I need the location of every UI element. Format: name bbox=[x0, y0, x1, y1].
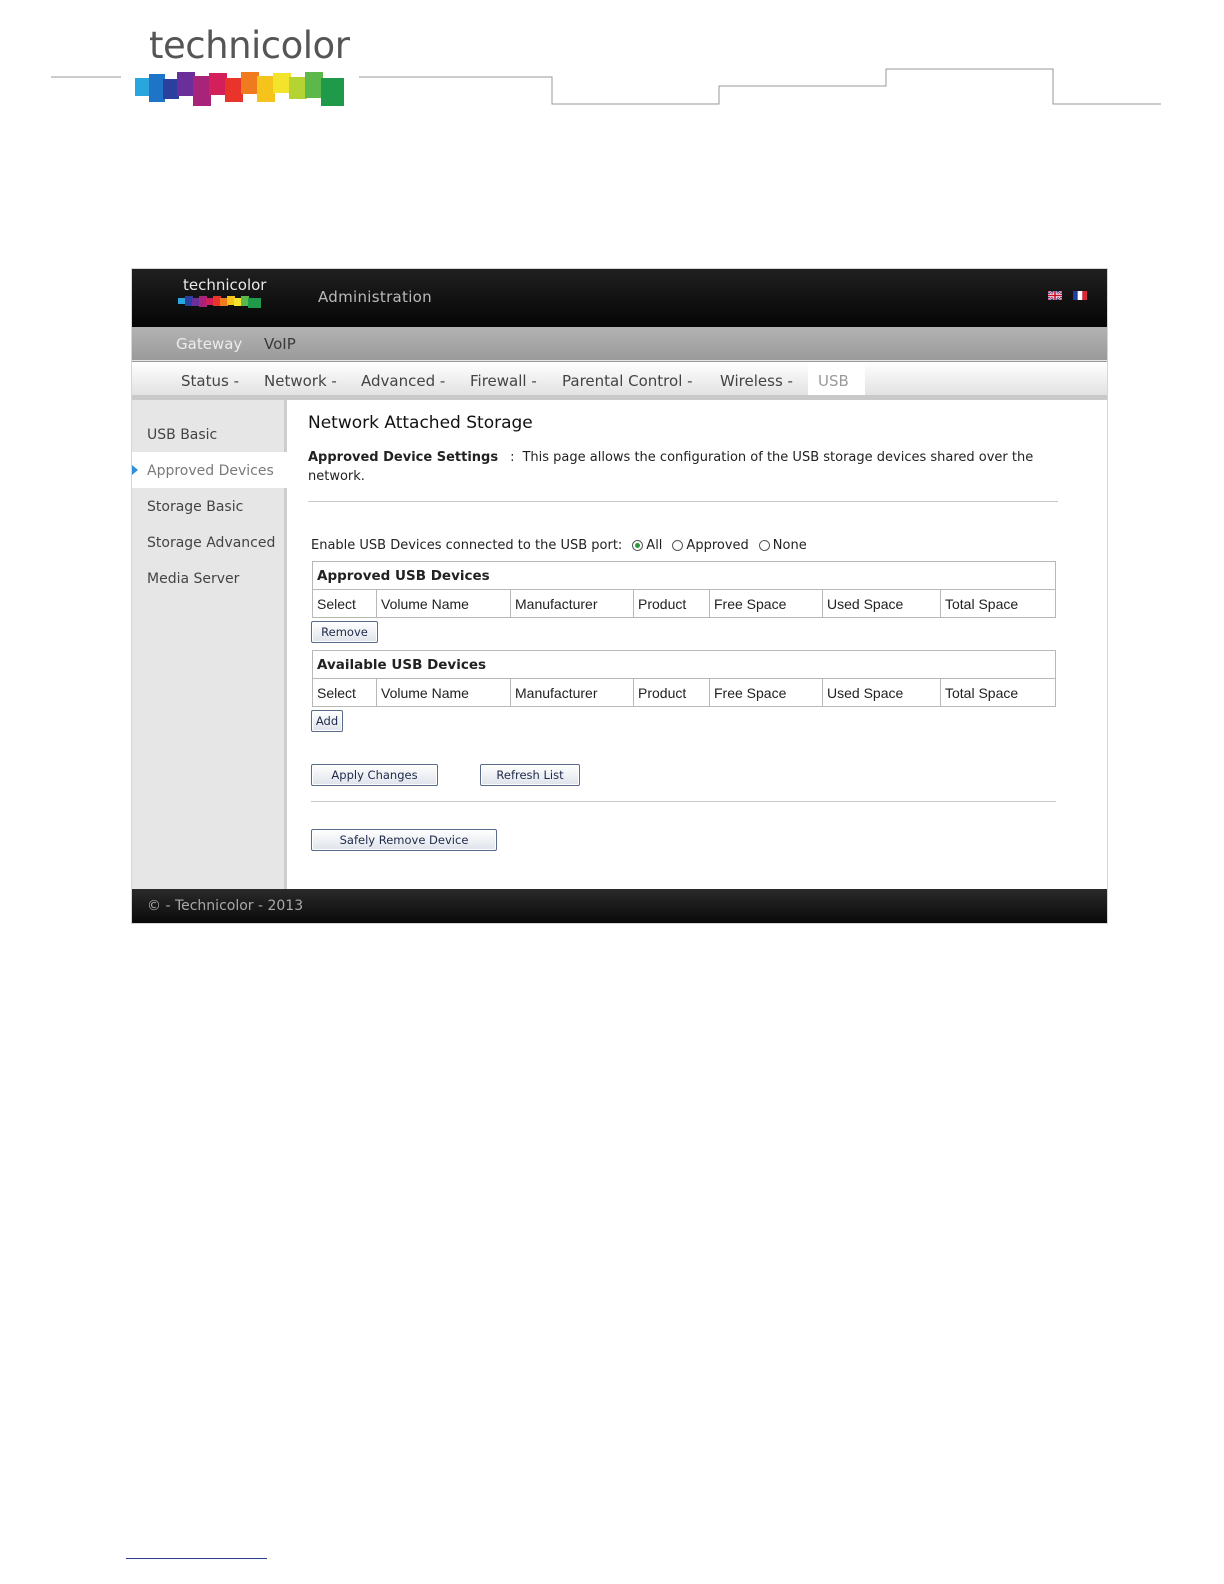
page-description: Approved Device Settings: This page allow… bbox=[308, 448, 1043, 486]
nav-divider bbox=[132, 360, 1107, 361]
sidebar-item-approved-devices[interactable]: Approved Devices bbox=[147, 463, 274, 479]
tab-wireless[interactable]: Wireless - bbox=[720, 372, 793, 390]
footnote-rule bbox=[126, 1558, 267, 1559]
column-header-volume-name: Volume Name bbox=[376, 678, 511, 707]
available-devices-table: Available USB Devices Select Volume Name… bbox=[312, 650, 1056, 707]
approved-devices-table: Approved USB Devices Select Volume Name … bbox=[312, 561, 1056, 618]
secondary-nav: Status - Network - Advanced - Firewall -… bbox=[132, 362, 1107, 400]
divider bbox=[308, 501, 1058, 502]
table-header-row: Select Volume Name Manufacturer Product … bbox=[312, 678, 1056, 707]
safely-remove-device-button[interactable]: Safely Remove Device bbox=[311, 829, 497, 851]
apply-changes-button[interactable]: Apply Changes bbox=[311, 764, 438, 786]
column-header-product: Product bbox=[633, 589, 710, 618]
app-title: Administration bbox=[318, 288, 432, 306]
column-header-used-space: Used Space bbox=[822, 678, 941, 707]
tab-advanced[interactable]: Advanced - bbox=[361, 372, 445, 390]
tab-usb[interactable]: USB bbox=[818, 372, 849, 390]
technicolor-logo-text: technicolor bbox=[149, 24, 350, 67]
tab-parental-control[interactable]: Parental Control - bbox=[562, 372, 693, 390]
column-header-free-space: Free Space bbox=[709, 589, 823, 618]
radio-all[interactable] bbox=[632, 540, 644, 551]
fr-flag-icon[interactable] bbox=[1073, 291, 1087, 300]
column-header-manufacturer: Manufacturer bbox=[510, 589, 634, 618]
footer: © - Technicolor - 2013 bbox=[132, 889, 1107, 923]
table-caption-row: Approved USB Devices bbox=[312, 561, 1056, 590]
nav-voip[interactable]: VoIP bbox=[264, 335, 296, 353]
sidebar-item-storage-advanced[interactable]: Storage Advanced bbox=[147, 535, 275, 551]
radio-none-label[interactable]: None bbox=[773, 538, 807, 553]
column-header-free-space: Free Space bbox=[709, 678, 823, 707]
approved-table-caption: Approved USB Devices bbox=[312, 561, 1056, 590]
add-button[interactable]: Add bbox=[311, 710, 343, 732]
column-header-product: Product bbox=[633, 678, 710, 707]
table-caption-row: Available USB Devices bbox=[312, 650, 1056, 679]
app-logo-icon bbox=[178, 296, 261, 308]
column-header-volume-name: Volume Name bbox=[376, 589, 511, 618]
app-logo-text: technicolor bbox=[183, 276, 267, 294]
column-header-select: Select bbox=[312, 589, 377, 618]
primary-nav: Gateway VoIP bbox=[132, 327, 1107, 362]
refresh-list-button[interactable]: Refresh List bbox=[480, 764, 580, 786]
usb-enable-label: Enable USB Devices connected to the USB … bbox=[311, 538, 623, 553]
available-table-caption: Available USB Devices bbox=[312, 650, 1056, 679]
tab-network[interactable]: Network - bbox=[264, 372, 337, 390]
document-header: technicolor bbox=[0, 0, 1224, 130]
remove-button[interactable]: Remove bbox=[311, 621, 378, 643]
sidebar: USB Basic Approved Devices Storage Basic… bbox=[132, 400, 287, 890]
column-header-used-space: Used Space bbox=[822, 589, 941, 618]
radio-all-label[interactable]: All bbox=[646, 538, 662, 553]
description-colon: : bbox=[510, 450, 515, 465]
copyright-text: © - Technicolor - 2013 bbox=[147, 898, 304, 914]
sidebar-item-media-server[interactable]: Media Server bbox=[147, 571, 239, 587]
radio-approved-label[interactable]: Approved bbox=[686, 538, 748, 553]
usb-enable-row: Enable USB Devices connected to the USB … bbox=[311, 538, 811, 553]
radio-approved[interactable] bbox=[672, 540, 684, 551]
tab-status[interactable]: Status - bbox=[181, 372, 239, 390]
router-admin-window: technicolor Administration Gateway VoIP … bbox=[131, 268, 1108, 924]
radio-none[interactable] bbox=[758, 540, 770, 551]
en-flag-icon[interactable] bbox=[1048, 291, 1062, 300]
main-content: Network Attached Storage Approved Device… bbox=[308, 400, 1098, 890]
tab-firewall[interactable]: Firewall - bbox=[470, 372, 537, 390]
active-arrow-icon bbox=[132, 465, 138, 475]
sidebar-item-storage-basic[interactable]: Storage Basic bbox=[147, 499, 243, 515]
column-header-manufacturer: Manufacturer bbox=[510, 678, 634, 707]
divider bbox=[311, 801, 1056, 802]
technicolor-logo-icon bbox=[135, 72, 344, 106]
column-header-select: Select bbox=[312, 678, 377, 707]
table-header-row: Select Volume Name Manufacturer Product … bbox=[312, 589, 1056, 618]
column-header-total-space: Total Space bbox=[940, 678, 1056, 707]
column-header-total-space: Total Space bbox=[940, 589, 1056, 618]
top-bar: technicolor Administration bbox=[132, 269, 1107, 327]
page-title: Network Attached Storage bbox=[308, 413, 533, 433]
description-label: Approved Device Settings bbox=[308, 450, 499, 465]
button-anchor: Remove Add Apply Changes Refresh List Sa… bbox=[307, 130, 580, 851]
sidebar-item-usb-basic[interactable]: USB Basic bbox=[147, 427, 217, 443]
nav-gateway[interactable]: Gateway bbox=[176, 335, 242, 353]
